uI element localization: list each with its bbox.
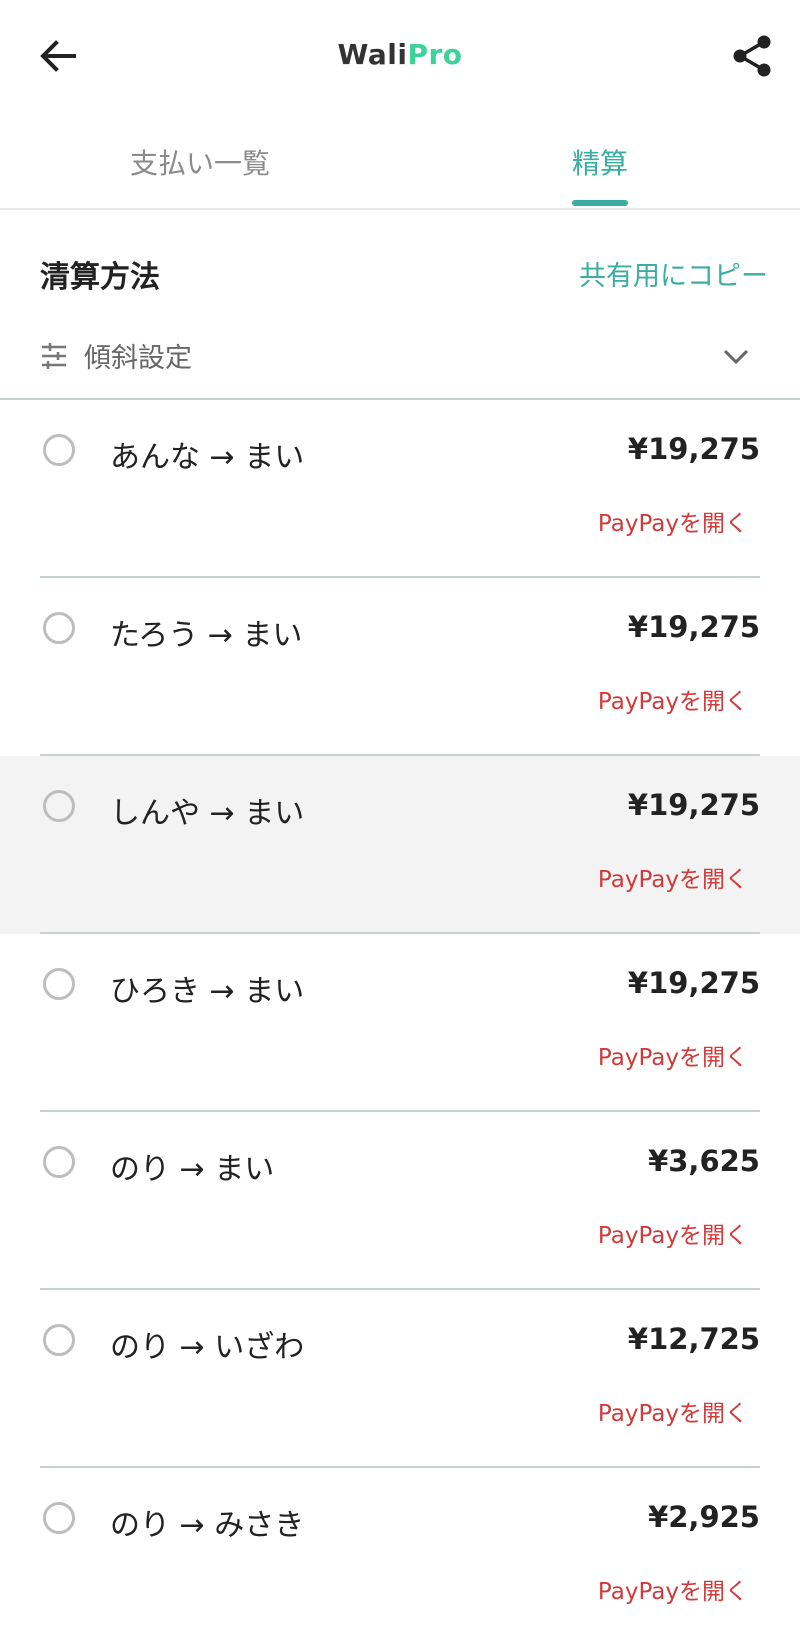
settlement-row[interactable]: しんや → まい ¥19,275 PayPayを開く <box>0 756 800 934</box>
settlement-list: あんな → まい ¥19,275 PayPayを開く たろう → まい ¥19,… <box>0 400 800 1646</box>
settled-radio[interactable] <box>43 1324 75 1356</box>
payer-to-payee: ひろき → まい <box>110 974 305 1009</box>
settled-radio[interactable] <box>43 612 75 644</box>
payer-to-payee: のり → いざわ <box>110 1330 305 1365</box>
chevron-down-icon <box>723 349 749 365</box>
payer-to-payee: のり → みさき <box>110 1508 305 1543</box>
tab-bar: 支払い一覧 精算 <box>0 112 800 210</box>
settled-radio[interactable] <box>43 1502 75 1534</box>
payer-to-payee: あんな → まい <box>110 440 305 475</box>
settled-radio[interactable] <box>43 790 75 822</box>
copy-for-sharing-button[interactable]: 共有用にコピー <box>579 254 768 293</box>
tab-payment-list[interactable]: 支払い一覧 <box>130 142 270 182</box>
app-logo: WaliPro <box>337 38 463 71</box>
settled-radio[interactable] <box>43 968 75 1000</box>
settlement-row[interactable]: のり → みさき ¥2,925 PayPayを開く <box>0 1468 800 1646</box>
tilt-settings-label: 傾斜設定 <box>84 343 192 374</box>
settlement-amount: ¥19,275 <box>627 966 760 1000</box>
settled-radio[interactable] <box>43 1146 75 1178</box>
tab-settlement[interactable]: 精算 <box>572 142 628 182</box>
settlement-amount: ¥3,625 <box>648 1144 760 1178</box>
open-paypay-link[interactable]: PayPayを開く <box>598 1038 748 1072</box>
settlement-amount: ¥19,275 <box>627 610 760 644</box>
active-tab-indicator <box>572 200 628 206</box>
open-paypay-link[interactable]: PayPayを開く <box>598 504 748 538</box>
settlement-amount: ¥2,925 <box>648 1500 760 1534</box>
sliders-icon <box>42 343 66 369</box>
open-paypay-link[interactable]: PayPayを開く <box>598 1394 748 1428</box>
settlement-row[interactable]: のり → いざわ ¥12,725 PayPayを開く <box>0 1290 800 1468</box>
settlement-row[interactable]: あんな → まい ¥19,275 PayPayを開く <box>0 400 800 578</box>
settlement-row[interactable]: たろう → まい ¥19,275 PayPayを開く <box>0 578 800 756</box>
settled-radio[interactable] <box>43 434 75 466</box>
settlement-row[interactable]: ひろき → まい ¥19,275 PayPayを開く <box>0 934 800 1112</box>
settlement-amount: ¥12,725 <box>627 1322 760 1356</box>
section-title: 清算方法 <box>40 260 160 295</box>
payer-to-payee: しんや → まい <box>110 796 305 831</box>
open-paypay-link[interactable]: PayPayを開く <box>598 860 748 894</box>
open-paypay-link[interactable]: PayPayを開く <box>598 1216 748 1250</box>
open-paypay-link[interactable]: PayPayを開く <box>598 682 748 716</box>
share-button[interactable] <box>728 32 776 80</box>
settlement-row[interactable]: のり → まい ¥3,625 PayPayを開く <box>0 1112 800 1290</box>
payer-to-payee: たろう → まい <box>110 618 303 653</box>
payer-to-payee: のり → まい <box>110 1152 275 1187</box>
settlement-amount: ¥19,275 <box>627 432 760 466</box>
open-paypay-link[interactable]: PayPayを開く <box>598 1572 748 1606</box>
top-app-bar: WaliPro <box>0 0 800 112</box>
settlement-amount: ¥19,275 <box>627 788 760 822</box>
share-icon <box>733 35 771 77</box>
tilt-settings-toggle[interactable]: 傾斜設定 <box>0 318 800 400</box>
